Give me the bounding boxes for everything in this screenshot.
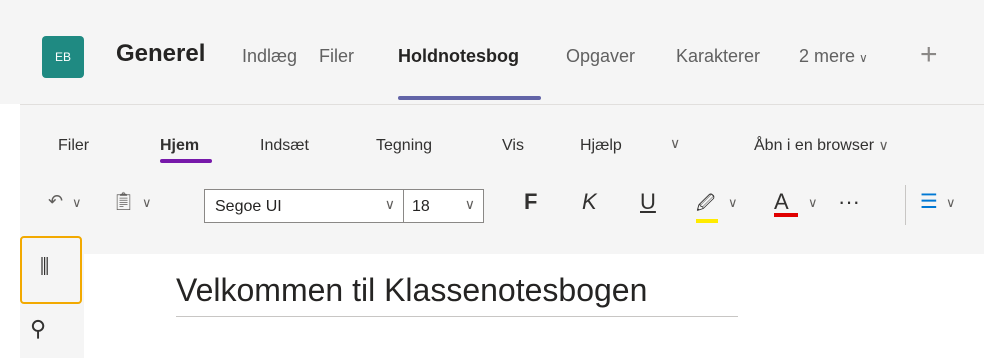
font-name-select[interactable]: Segoe UI ∨ — [204, 189, 404, 223]
notebooks-icon: ⫼ — [40, 256, 50, 278]
ribbon: Filer Hjem Indsæt Tegning Vis Hjælp ∨ Åb… — [20, 104, 984, 254]
paste-dropdown-chevron-icon[interactable]: ∨ — [142, 195, 152, 211]
active-tab-indicator — [398, 96, 541, 100]
font-size-value: 18 — [412, 198, 430, 215]
ribbon-tab-draw[interactable]: Tegning — [376, 137, 432, 155]
channel-name: Generel — [116, 40, 206, 67]
tab-more-label: 2 mere — [799, 46, 856, 66]
channel-header: EB Generel Indlæg Filer Holdnotesbog Opg… — [0, 0, 984, 104]
notebooks-button[interactable]: ⫼ — [20, 236, 82, 304]
add-tab-button[interactable]: + — [920, 38, 938, 72]
chevron-down-icon: ∨ — [384, 196, 395, 212]
font-color-button[interactable]: A — [774, 189, 798, 217]
underline-button[interactable]: U — [640, 189, 656, 215]
tab-files[interactable]: Filer — [319, 46, 354, 67]
chevron-down-icon: ∨ — [878, 137, 889, 153]
tab-more[interactable]: 2 mere ∨ — [799, 46, 868, 67]
bullet-list-chevron-icon[interactable]: ∨ — [946, 195, 956, 211]
ribbon-overflow-chevron-icon[interactable]: ∨ — [670, 135, 680, 152]
font-color-icon: A — [774, 189, 789, 214]
tab-posts[interactable]: Indlæg — [242, 46, 297, 67]
highlighter-button[interactable]: 🖉︎ — [696, 189, 718, 223]
italic-button[interactable]: K — [582, 189, 597, 215]
undo-dropdown-chevron-icon[interactable]: ∨ — [72, 195, 82, 211]
more-options-button[interactable]: ··· — [838, 189, 860, 215]
tab-grades[interactable]: Karakterer — [676, 46, 760, 67]
highlighter-chevron-icon[interactable]: ∨ — [728, 195, 738, 211]
title-underline — [176, 316, 738, 317]
ribbon-divider — [905, 185, 906, 225]
highlight-color-bar — [696, 219, 718, 223]
chevron-down-icon: ∨ — [859, 51, 868, 65]
tab-assignments[interactable]: Opgaver — [566, 46, 635, 67]
chevron-down-icon: ∨ — [464, 196, 475, 212]
font-size-select[interactable]: 18 ∨ — [404, 189, 484, 223]
ribbon-tab-home[interactable]: Hjem — [160, 137, 199, 155]
bullet-list-icon[interactable]: ☰ — [920, 189, 938, 214]
ribbon-tab-insert[interactable]: Indsæt — [260, 137, 309, 155]
open-in-browser-label: Åbn i en browser — [754, 137, 875, 154]
ribbon-tab-file[interactable]: Filer — [58, 137, 89, 155]
tab-class-notebook[interactable]: Holdnotesbog — [398, 46, 519, 67]
team-avatar[interactable]: EB — [42, 36, 84, 78]
highlighter-icon: 🖉︎ — [696, 193, 716, 213]
bold-button[interactable]: F — [524, 189, 537, 215]
font-name-value: Segoe UI — [215, 198, 282, 215]
ribbon-active-indicator — [160, 159, 212, 163]
ribbon-tab-help[interactable]: Hjælp — [580, 137, 622, 155]
page-title[interactable]: Velkommen til Klassenotesbogen — [176, 272, 647, 309]
ribbon-tab-view[interactable]: Vis — [502, 137, 524, 155]
font-color-chevron-icon[interactable]: ∨ — [808, 195, 818, 211]
open-in-browser-button[interactable]: Åbn i en browser ∨ — [754, 137, 889, 155]
search-icon[interactable]: ⚲ — [30, 316, 46, 342]
paste-clipboard-icon[interactable]: 📋︎ — [112, 191, 135, 212]
undo-icon[interactable]: ↶ — [48, 191, 63, 212]
